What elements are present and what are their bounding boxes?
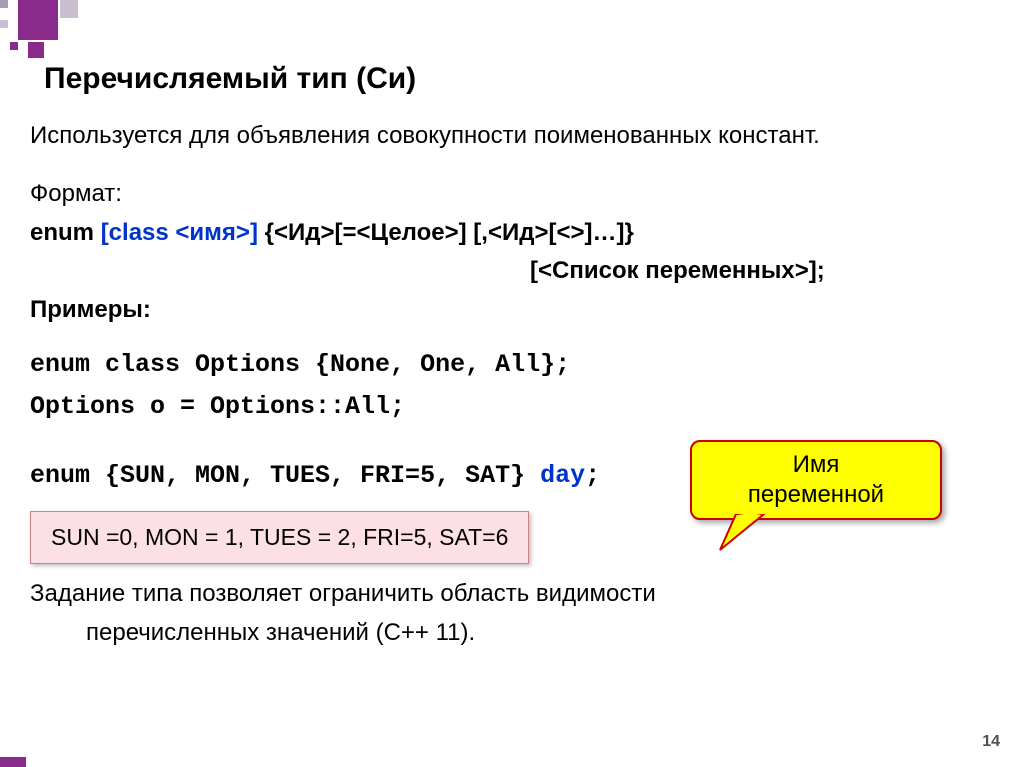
note-line-2: перечисленных значений (С++ 11). bbox=[30, 617, 994, 649]
slide-body: Используется для объявления совокупности… bbox=[30, 120, 994, 655]
callout-tail-icon bbox=[716, 514, 776, 554]
format-suffix: {<Ид>[=<Целое>] [,<Ид>[<>]…]} bbox=[258, 219, 634, 246]
slide-title: Перечисляемый тип (Си) bbox=[44, 62, 416, 96]
callout-line-2: переменной bbox=[698, 480, 934, 510]
intro-text: Используется для объявления совокупности… bbox=[30, 120, 994, 152]
format-line-2: [<Список переменных>]; bbox=[30, 255, 994, 287]
code3-suffix: ; bbox=[585, 461, 600, 490]
callout-line-1: Имя bbox=[698, 450, 934, 480]
code-line-1: enum class Options {None, One, All}; bbox=[30, 348, 994, 382]
format-class-highlight: [class <имя>] bbox=[101, 219, 258, 246]
code3-day-highlight: day bbox=[540, 461, 585, 490]
page-number: 14 bbox=[982, 733, 1000, 751]
callout: Имя переменной bbox=[690, 440, 942, 520]
code-line-2: Options o = Options::All; bbox=[30, 390, 994, 424]
slide-decoration bbox=[0, 0, 200, 60]
bottom-decoration bbox=[0, 757, 26, 767]
note-line-1: Задание типа позволяет ограничить област… bbox=[30, 578, 994, 610]
format-label: Формат: bbox=[30, 178, 994, 210]
callout-box: Имя переменной bbox=[690, 440, 942, 520]
values-box: SUN =0, MON = 1, TUES = 2, FRI=5, SAT=6 bbox=[30, 511, 529, 564]
examples-label: Примеры: bbox=[30, 294, 994, 326]
code3-prefix: enum {SUN, MON, TUES, FRI=5, SAT} bbox=[30, 461, 540, 490]
format-line-1: enum [class <имя>] {<Ид>[=<Целое>] [,<Ид… bbox=[30, 217, 994, 249]
format-prefix: enum bbox=[30, 219, 101, 246]
